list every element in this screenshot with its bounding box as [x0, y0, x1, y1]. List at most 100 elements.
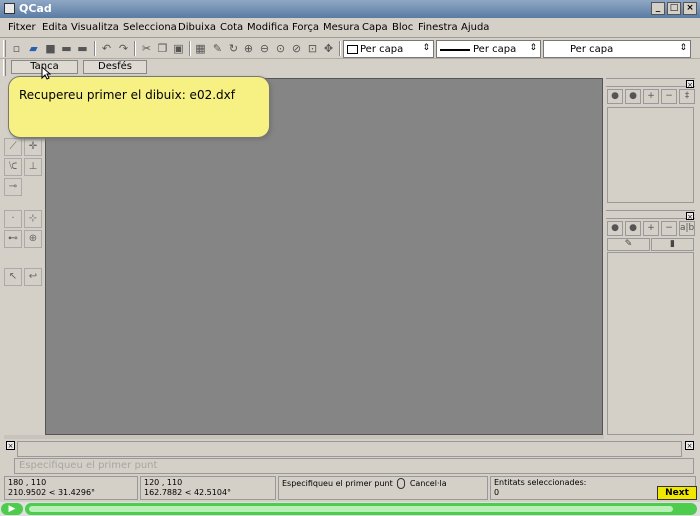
insert-block-icon[interactable]: ▮	[651, 238, 694, 251]
abs-coord: 180 , 110	[8, 478, 47, 487]
copy-icon[interactable]: ❐	[156, 42, 169, 55]
hide-all-blocks-icon[interactable]: ●	[625, 221, 641, 236]
zoom-out-icon[interactable]: ⊖	[258, 42, 271, 55]
mouse-hints: Especifiqueu el primer punt Cancel·la	[278, 476, 488, 500]
back-icon[interactable]: ↩	[24, 268, 42, 286]
progress-track[interactable]	[25, 503, 697, 515]
window-title: QCad	[19, 2, 52, 15]
paste-icon[interactable]: ▣	[172, 42, 185, 55]
play-icon[interactable]: ▶	[1, 503, 23, 515]
edit-block-icon[interactable]: ✎	[607, 238, 650, 251]
menu-ajuda[interactable]: Ajuda	[461, 22, 489, 33]
save-icon[interactable]: ■	[44, 42, 57, 55]
show-all-layers-icon[interactable]: ●	[607, 89, 623, 104]
title-bar: QCad _ □ ×	[0, 0, 700, 18]
close-icon[interactable]: ×	[686, 80, 694, 89]
edit-layer-icon[interactable]: ‡	[679, 89, 695, 104]
panel-header: ×	[606, 210, 695, 221]
toolbar-grip[interactable]	[3, 59, 6, 76]
toolbar-grip[interactable]	[3, 40, 6, 57]
toolbar-separator	[94, 41, 96, 56]
menu-bloc[interactable]: Bloc	[392, 22, 413, 33]
command-history	[17, 441, 682, 457]
close-button[interactable]: ×	[683, 2, 697, 15]
undo-button[interactable]: Desfés	[83, 60, 147, 74]
layer-list[interactable]	[607, 107, 694, 203]
close-icon[interactable]: ×	[6, 441, 15, 450]
command-input[interactable]: Especifiqueu el primer punt	[14, 458, 694, 474]
main-toolbar: ▫ ▰ ■ ▬ ▬ ↶ ↷ ✂ ❐ ▣ ▦ ✎ ↻ ⊕ ⊖ ⊙ ⊘ ⊡ ✥ Pe…	[0, 38, 700, 59]
color-combo[interactable]: Per capa ⇕	[343, 40, 434, 58]
combo-arrow-icon: ⇕	[679, 43, 687, 53]
select-icon[interactable]: ↖	[4, 268, 22, 286]
show-all-blocks-icon[interactable]: ●	[607, 221, 623, 236]
menu-visualitza[interactable]: Visualitza	[71, 22, 119, 33]
line-angle-icon[interactable]: ⟋	[4, 138, 22, 156]
snap-center-icon[interactable]: ⊕	[24, 230, 42, 248]
menu-fitxer[interactable]: Fitxer	[8, 22, 36, 33]
linetype-combo-value: Per capa	[473, 44, 517, 55]
add-layer-icon[interactable]: +	[643, 89, 659, 104]
app-icon	[4, 3, 15, 14]
zoom-auto-icon[interactable]: ⊙	[274, 42, 287, 55]
menu-selecciona[interactable]: Selecciona	[123, 22, 177, 33]
menu-edita[interactable]: Edita	[42, 22, 68, 33]
print-preview-icon[interactable]: ▬	[76, 42, 89, 55]
line-orthogonal-icon[interactable]: ⊥	[24, 158, 42, 176]
snap-free-icon[interactable]: ·	[4, 210, 22, 228]
menu-capa[interactable]: Capa	[362, 22, 388, 33]
block-list[interactable]	[607, 252, 694, 435]
draft-icon[interactable]: ✎	[211, 42, 224, 55]
open-file-icon[interactable]: ▰	[27, 42, 40, 55]
combo-arrow-icon: ⇕	[529, 43, 537, 53]
right-mouse-hint: Cancel·la	[409, 479, 447, 488]
close-icon[interactable]: ×	[685, 441, 694, 450]
menu-dibuixa[interactable]: Dibuixa	[178, 22, 216, 33]
redo-icon[interactable]: ↷	[117, 42, 130, 55]
add-block-icon[interactable]: +	[643, 221, 659, 236]
zoom-window-icon[interactable]: ⊡	[306, 42, 319, 55]
zoom-previous-icon[interactable]: ⊘	[290, 42, 303, 55]
abs-polar: 210.9502 < 31.4296°	[8, 488, 96, 497]
line-bisector-icon[interactable]: ✛	[24, 138, 42, 156]
undo-icon[interactable]: ↶	[100, 42, 113, 55]
block-toolbar-row2: ✎ ▮	[607, 238, 694, 251]
toolbar-separator	[339, 41, 341, 56]
rename-block-icon[interactable]: a|b	[679, 221, 695, 236]
option-toolbar: Tanca Desfés	[0, 59, 700, 76]
next-button[interactable]: Next	[657, 486, 697, 500]
redraw-icon[interactable]: ↻	[227, 42, 240, 55]
close-icon[interactable]: ×	[686, 212, 694, 221]
cut-icon[interactable]: ✂	[140, 42, 153, 55]
line-tangent-icon[interactable]: ⟈	[4, 158, 22, 176]
menu-finestra[interactable]: Finestra	[418, 22, 458, 33]
combo-arrow-icon: ⇕	[422, 43, 430, 53]
tutorial-callout: Recupereu primer el dibuix: e02.dxf	[8, 76, 270, 138]
maximize-button[interactable]: □	[667, 2, 681, 15]
toolbar-separator	[189, 41, 191, 56]
zoom-pan-icon[interactable]: ✥	[322, 42, 335, 55]
command-line-area: × × Especifiqueu el primer punt	[4, 439, 696, 475]
snap-grid-icon[interactable]: ⊹	[24, 210, 42, 228]
print-icon[interactable]: ▬	[60, 42, 73, 55]
minimize-button[interactable]: _	[651, 2, 665, 15]
remove-layer-icon[interactable]: −	[661, 89, 677, 104]
layer-list-panel: × ● ● + − ‡	[606, 78, 695, 204]
menu-mesura[interactable]: Mesura	[323, 22, 360, 33]
new-file-icon[interactable]: ▫	[10, 42, 23, 55]
grid-icon[interactable]: ▦	[194, 42, 207, 55]
block-toolbar: ● ● + − a|b	[606, 221, 695, 237]
zoom-in-icon[interactable]: ⊕	[242, 42, 255, 55]
linetype-combo[interactable]: Per capa ⇕	[436, 40, 541, 58]
linewidth-combo[interactable]: Per capa ⇕	[543, 40, 691, 58]
remove-block-icon[interactable]: −	[661, 221, 677, 236]
rel-polar: 162.7882 < 42.5104°	[144, 488, 232, 497]
hide-all-layers-icon[interactable]: ●	[625, 89, 641, 104]
left-mouse-hint: Especifiqueu el primer punt	[282, 479, 393, 488]
snap-endpoint-icon[interactable]: ⊷	[4, 230, 22, 248]
menu-modifica[interactable]: Modifica	[247, 22, 289, 33]
linetype-sample	[440, 49, 470, 51]
menu-cota[interactable]: Cota	[220, 22, 243, 33]
line-relative-angle-icon[interactable]: ⊸	[4, 178, 22, 196]
menu-forca[interactable]: Força	[292, 22, 319, 33]
